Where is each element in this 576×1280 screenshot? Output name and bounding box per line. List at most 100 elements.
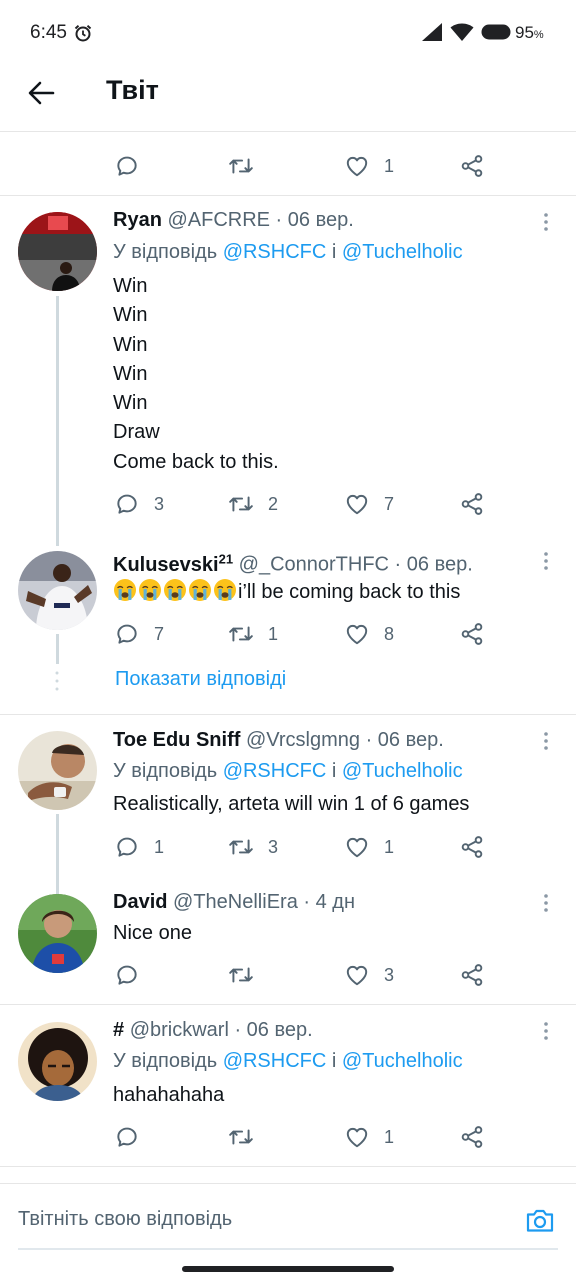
reply-to: У відповідь @RSHCFC і @Tuchelholic [113,760,463,782]
like-button[interactable]: 3 [344,960,394,990]
retweet-button[interactable]: 3 [228,832,278,862]
mention-link[interactable]: @Tuchelholic [342,1050,463,1072]
page-title: Твіт [106,75,159,105]
author-handle[interactable]: @brickwarl [130,1019,229,1041]
tweet-actions: 3 [0,960,576,990]
reply-button[interactable] [114,151,140,181]
share-button[interactable] [459,619,485,649]
tweet-text: i’ll be coming back to this [113,578,460,607]
share-icon [459,834,485,860]
avatar[interactable] [18,1022,97,1101]
mention-link[interactable]: @Tuchelholic [342,760,463,782]
like-button[interactable]: 8 [344,619,394,649]
reply-to: У відповідь @RSHCFC і @Tuchelholic [113,241,463,263]
tweet-text: hahahahaha [113,1084,225,1106]
like-count: 7 [384,493,395,514]
reply-button[interactable]: 1 [114,832,164,862]
avatar[interactable] [18,731,97,810]
tweet-header: Ryan @AFCRRE · 06 вер. [113,209,354,231]
tweet-time: 06 вер. [377,729,444,751]
retweet-icon [228,834,254,860]
reply-button[interactable] [114,960,140,990]
retweet-button[interactable]: 2 [228,489,278,519]
retweet-icon [228,1124,254,1150]
tweet-actions: 1 [0,1122,576,1152]
retweet-icon [228,962,254,988]
author-name[interactable]: David [113,891,167,913]
like-icon [344,1124,370,1150]
back-icon[interactable] [26,78,56,108]
reply-icon [114,962,140,988]
like-button[interactable]: 7 [344,489,394,519]
crying-emoji-icon [188,578,212,602]
battery-icon [481,24,511,40]
author-name[interactable]: Ryan [113,209,162,231]
share-button[interactable] [459,832,485,862]
avatar[interactable] [18,212,97,291]
tweet-time: 06 вер. [406,553,473,576]
mention-link[interactable]: @RSHCFC [223,760,327,782]
share-icon [459,153,485,179]
mention-link[interactable]: @Tuchelholic [342,241,463,263]
battery-level: 95% [515,23,544,42]
reply-icon [114,1124,140,1150]
reply-count: 3 [154,493,165,514]
share-button[interactable] [459,489,485,519]
tweet-text: Realistically, arteta will win 1 of 6 ga… [113,793,470,815]
author-handle[interactable]: @_ConnorTHFC [239,554,389,576]
like-button[interactable]: 1 [344,1122,394,1152]
more-icon[interactable] [542,212,550,232]
retweet-count: 1 [268,623,279,644]
reply-button[interactable]: 3 [114,489,164,519]
show-replies-link[interactable]: Показати відповіді [115,668,286,691]
more-icon[interactable] [542,731,550,751]
tweet-actions: 7 1 8 [0,619,576,649]
retweet-icon [228,491,254,517]
retweet-button[interactable] [228,960,254,990]
retweet-button[interactable]: 1 [228,619,278,649]
more-icon[interactable] [542,1021,550,1041]
home-indicator[interactable] [182,1266,394,1272]
tweet-header: # @brickwarl · 06 вер. [113,1019,313,1041]
retweet-icon [228,621,254,647]
author-name[interactable]: Kulusevski21 [113,551,233,576]
reply-composer: Твітніть свою відповідь [0,1183,576,1253]
mention-link[interactable]: @RSHCFC [223,241,327,263]
tweet-actions: 1 3 1 [0,832,576,862]
status-time: 6:45 [30,22,67,43]
like-count: 8 [384,623,395,644]
reply-icon [114,491,140,517]
camera-icon[interactable] [524,1204,556,1236]
author-handle[interactable]: @Vrcslgmng [246,729,360,751]
tweet-header: David @TheNelliEra · 4 дн [113,891,356,913]
divider [0,1004,576,1005]
author-handle[interactable]: @AFCRRE [167,209,270,231]
mention-link[interactable]: @RSHCFC [223,1050,327,1072]
retweet-button[interactable] [228,1122,254,1152]
share-button[interactable] [459,960,485,990]
reply-count: 1 [154,836,165,857]
crying-emoji-icon [163,578,187,602]
reply-icon [114,153,140,179]
retweet-count: 2 [268,493,279,514]
like-button[interactable]: 1 [344,832,394,862]
like-icon [344,621,370,647]
reply-input[interactable]: Твітніть свою відповідь [18,1208,232,1231]
reply-button[interactable] [114,1122,140,1152]
signal-icon [422,23,442,41]
like-count: 1 [384,1126,395,1147]
reply-icon [114,621,140,647]
retweet-button[interactable] [228,151,254,181]
like-button[interactable]: 1 [344,151,394,181]
reply-button[interactable]: 7 [114,619,164,649]
tweet-actions: 3 2 7 [0,489,576,519]
author-handle[interactable]: @TheNelliEra [173,891,298,913]
more-icon[interactable] [542,893,550,913]
divider [0,714,576,715]
share-button[interactable] [459,1122,485,1152]
more-icon[interactable] [542,551,550,571]
author-name[interactable]: # [113,1019,124,1041]
share-button[interactable] [459,151,485,181]
divider [0,1166,576,1167]
author-name[interactable]: Toe Edu Sniff [113,729,240,751]
